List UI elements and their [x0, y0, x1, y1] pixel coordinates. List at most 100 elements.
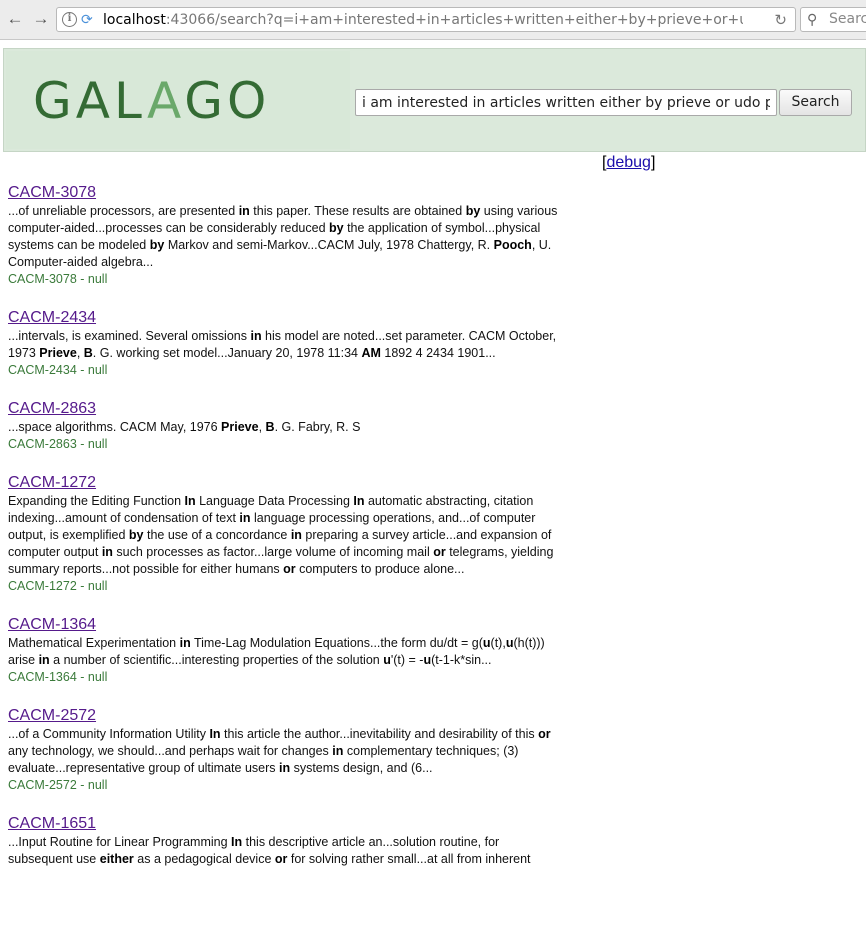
browser-search-placeholder: Search	[829, 11, 866, 27]
snippet-text: any technology, we should...and perhaps …	[8, 744, 333, 758]
result-meta: CACM-2863 - null	[8, 437, 108, 451]
browser-toolbar: ← → i ⟳ localhost:43066/search?q=i+am+in…	[0, 0, 866, 40]
browser-search-box[interactable]: ⚲ Search	[800, 7, 866, 32]
highlighted-term: in	[101, 545, 113, 559]
highlighted-term: AM	[361, 346, 381, 360]
result-snippet: ...intervals, is examined. Several omiss…	[8, 328, 563, 362]
result-item: CACM-1651 ...Input Routine for Linear Pro…	[8, 814, 563, 868]
logo-panel: GALAGO	[6, 51, 350, 149]
snippet-text: Mathematical Experimentation	[8, 636, 180, 650]
highlighted-term: in	[239, 511, 251, 525]
snippet-text: ,	[76, 346, 84, 360]
result-title-link[interactable]: CACM-2572	[8, 706, 96, 726]
snippet-text: . G. Fabry, R. S	[274, 420, 361, 434]
highlighted-term: or	[283, 562, 296, 576]
highlighted-term: in	[332, 744, 344, 758]
result-snippet: ...Input Routine for Linear Programming …	[8, 834, 563, 868]
result-snippet: ...of unreliable processors, are present…	[8, 203, 563, 271]
snippet-text: 1892 4 2434 1901...	[380, 346, 496, 360]
snippet-text: the use of a concordance	[143, 528, 291, 542]
query-input[interactable]	[355, 89, 777, 116]
highlighted-term: in	[278, 761, 291, 775]
snippet-text: systems design, and (6...	[290, 761, 433, 775]
result-item: CACM-3078 ...of unreliable processors, ar…	[8, 183, 563, 288]
highlighted-term: Prieve	[221, 420, 259, 434]
highlighted-term: u	[482, 636, 491, 650]
snippet-text: computers to produce alone...	[295, 562, 465, 576]
snippet-text: Language Data Processing	[195, 494, 354, 508]
highlighted-term: Prieve	[39, 346, 77, 360]
debug-link[interactable]: debug	[606, 154, 651, 171]
result-snippet: Mathematical Experimentation in Time-Lag…	[8, 635, 563, 669]
snippet-text: Markov and semi-Markov...CACM July, 1978…	[164, 238, 494, 252]
highlighted-term: or	[274, 852, 288, 866]
result-title-link[interactable]: CACM-3078	[8, 183, 96, 203]
highlighted-term: u	[423, 653, 432, 667]
highlighted-term: In	[353, 494, 365, 508]
highlighted-term: or	[538, 727, 551, 741]
snippet-text: as a pedagogical device	[133, 852, 275, 866]
result-snippet: ...space algorithms. CACM May, 1976 Prie…	[8, 419, 563, 436]
snippet-text: Expanding the Editing Function	[8, 494, 185, 508]
snippet-text: (t-1-k*sin...	[431, 653, 492, 667]
forward-arrow-icon[interactable]: →	[31, 8, 51, 30]
snippet-text: . G. working set model...January 20, 197…	[92, 346, 362, 360]
result-item: CACM-2572 ...of a Community Information U…	[8, 706, 563, 794]
galago-logo[interactable]: GALAGO	[33, 73, 270, 129]
back-arrow-icon[interactable]: ←	[5, 8, 25, 30]
result-title-link[interactable]: CACM-1272	[8, 473, 96, 493]
snippet-text: for solving rather small...at all from i…	[287, 852, 531, 866]
highlighted-term: In	[231, 835, 243, 849]
highlighted-term: In	[184, 494, 196, 508]
snippet-text: ...of unreliable processors, are present…	[8, 204, 239, 218]
highlighted-term: by	[329, 221, 344, 235]
url-text[interactable]: localhost:43066/search?q=i+am+interested…	[103, 11, 743, 29]
snippet-text: this paper. These results are obtained	[249, 204, 466, 218]
snippet-text: Time-Lag Modulation Equations...the form…	[190, 636, 483, 650]
highlighted-term: either	[99, 852, 134, 866]
snippet-text: ...of a Community Information Utility	[8, 727, 210, 741]
highlighted-term: or	[433, 545, 446, 559]
snippet-text: such processes as factor...large volume …	[112, 545, 434, 559]
result-snippet: ...of a Community Information Utility In…	[8, 726, 563, 777]
snippet-text: a number of scientific...interesting pro…	[49, 653, 384, 667]
highlighted-term: B	[265, 420, 275, 434]
url-host: localhost	[103, 12, 166, 28]
page-header: GALAGO Search	[3, 48, 866, 152]
result-meta: CACM-2434 - null	[8, 363, 108, 377]
search-icon: ⚲	[807, 11, 818, 27]
snippet-text: this article the author...inevitability …	[220, 727, 539, 741]
result-meta: CACM-1272 - null	[8, 579, 108, 593]
highlighted-term: in	[290, 528, 302, 542]
result-item: CACM-2863 ...space algorithms. CACM May, …	[8, 399, 563, 453]
result-item: CACM-1364 Mathematical Experimentation in…	[8, 615, 563, 686]
highlighted-term: in	[238, 204, 250, 218]
result-title-link[interactable]: CACM-2863	[8, 399, 96, 419]
result-item: CACM-1272 Expanding the Editing Function …	[8, 473, 563, 595]
highlighted-term: Pooch	[493, 238, 532, 252]
snippet-text: ...space algorithms. CACM May, 1976	[8, 420, 222, 434]
results-list: CACM-3078 ...of unreliable processors, ar…	[8, 183, 563, 888]
reload-icon[interactable]: ↻	[774, 11, 787, 29]
info-icon[interactable]: i	[62, 12, 77, 27]
highlighted-term: In	[209, 727, 221, 741]
highlighted-term: in	[179, 636, 191, 650]
highlighted-term: u	[383, 653, 391, 667]
result-snippet: Expanding the Editing Function In Langua…	[8, 493, 563, 578]
highlighted-term: by	[128, 528, 144, 542]
snippet-text: '(t) = -	[390, 653, 424, 667]
page-status-icon: ⟳	[81, 11, 93, 27]
result-title-link[interactable]: CACM-1651	[8, 814, 96, 834]
search-button[interactable]: Search	[779, 89, 852, 116]
snippet-text: (t),	[490, 636, 506, 650]
url-bar[interactable]: i ⟳ localhost:43066/search?q=i+am+intere…	[56, 7, 796, 32]
result-title-link[interactable]: CACM-1364	[8, 615, 96, 635]
result-meta: CACM-3078 - null	[8, 272, 108, 286]
url-path: :43066/search?q=i+am+interested+in+artic…	[165, 12, 743, 28]
result-title-link[interactable]: CACM-2434	[8, 308, 96, 328]
debug-link-wrapper: [debug]	[602, 154, 656, 171]
result-item: CACM-2434 ...intervals, is examined. Seve…	[8, 308, 563, 379]
highlighted-term: in	[250, 329, 262, 343]
snippet-text: ...Input Routine for Linear Programming	[8, 835, 232, 849]
highlighted-term: by	[149, 238, 165, 252]
